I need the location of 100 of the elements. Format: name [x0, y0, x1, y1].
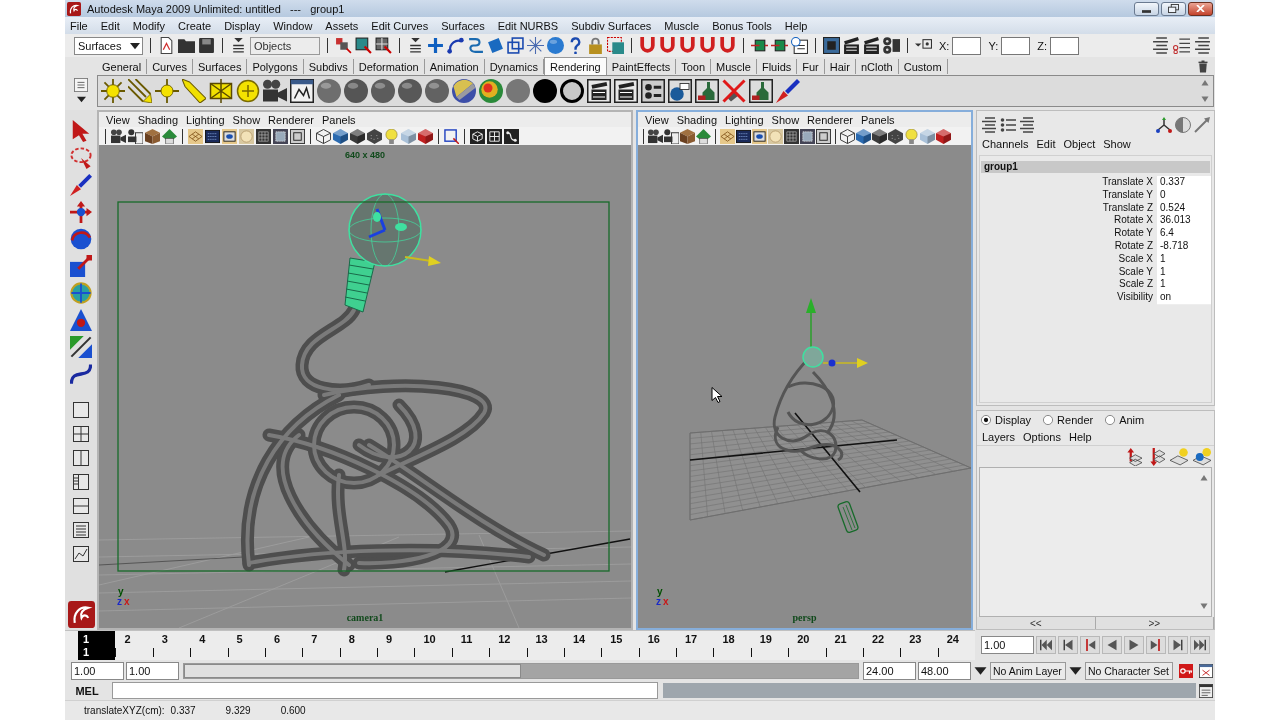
book-icon[interactable] [680, 128, 695, 144]
menu-item[interactable]: Edit [96, 19, 124, 32]
end-time-field[interactable]: 48.00 [918, 661, 971, 680]
time-slider[interactable]: 1 1 2 3 4 5 6 7 8 9 10 11 12 13 14 15 16 17 18 19 20 21 22 23 24 [65, 630, 975, 660]
menu-item[interactable]: Layers [978, 431, 1020, 443]
triangle-line-icon[interactable] [70, 336, 92, 358]
bottle-window-icon[interactable] [749, 79, 773, 103]
resolution-gate-icon[interactable] [752, 128, 767, 144]
shelf-tab[interactable]: Fluids [756, 59, 798, 74]
list-lines-icon[interactable] [1152, 37, 1169, 54]
circle-tile-icon[interactable] [239, 128, 254, 144]
script-window-icon[interactable] [1199, 683, 1213, 698]
bottle-window-icon[interactable] [695, 79, 719, 103]
graph-window-icon[interactable] [290, 79, 314, 103]
outliner-pane-icon[interactable] [73, 474, 89, 490]
menu-item[interactable]: Edit Curves [367, 19, 433, 32]
trash-icon[interactable] [1197, 59, 1209, 73]
settings-panel-icon[interactable] [641, 79, 665, 103]
shelf-tab[interactable]: Surfaces [193, 59, 248, 74]
menu-item[interactable]: Bonus Tools [708, 19, 776, 32]
film-reels-icon[interactable] [883, 37, 900, 54]
paintbrush-icon[interactable] [70, 174, 92, 196]
shelf-tab[interactable]: Polygons [247, 59, 304, 74]
book-icon[interactable] [145, 128, 160, 144]
minimize-button[interactable] [1134, 1, 1159, 16]
dotted-frame-icon[interactable] [800, 128, 815, 144]
scale-box-icon[interactable] [70, 255, 92, 277]
layer-mode-radio[interactable]: Render [1043, 414, 1094, 426]
camera-sheet-icon[interactable] [128, 128, 143, 144]
wire-cube-tile-icon[interactable] [470, 128, 485, 144]
shelf-tab[interactable]: nCloth [855, 59, 899, 74]
box-cursor-icon[interactable] [355, 37, 372, 54]
preferences-window-icon[interactable] [1199, 663, 1213, 678]
list-lines-icon[interactable] [1194, 37, 1211, 54]
wave-curve-icon[interactable] [70, 363, 92, 385]
channel-value[interactable]: 6.4 [1157, 227, 1211, 241]
list-bullets-icon[interactable] [1000, 117, 1016, 133]
skip-to-end-icon[interactable] [1190, 636, 1210, 654]
channel-value[interactable]: 1 [1157, 278, 1211, 293]
menu-item[interactable]: Surfaces [437, 19, 489, 32]
arrow-pointer-icon[interactable] [70, 120, 92, 142]
scroll-down-icon[interactable] [1201, 95, 1209, 103]
step-back-icon[interactable] [1058, 636, 1078, 654]
disc-icon[interactable] [533, 79, 557, 103]
selection-mask-field[interactable]: Objects [250, 36, 320, 55]
magnet-icon[interactable] [719, 37, 736, 54]
shelf-tab[interactable]: PaintEffects [606, 59, 677, 74]
channel-value[interactable]: 36.013 [1157, 214, 1211, 229]
list-lines-icon[interactable] [981, 117, 997, 133]
split-pane-icon[interactable] [73, 450, 89, 466]
wire-cube-icon[interactable] [840, 128, 855, 144]
command-input-field[interactable] [112, 682, 658, 699]
shelf-menu-icon[interactable] [74, 78, 88, 92]
menu-item[interactable]: Options [1019, 431, 1065, 443]
slanted-arrow-icon[interactable] [1194, 117, 1210, 133]
crossed-out-brush-icon[interactable] [722, 79, 746, 103]
bookmark-icon[interactable] [696, 128, 711, 144]
camera-sheet-icon[interactable] [664, 128, 679, 144]
wire-box-icon[interactable] [507, 37, 524, 54]
sphere-icon[interactable] [398, 79, 422, 103]
character-set-dropdown[interactable]: No Character Set [1084, 661, 1173, 680]
range-end-field[interactable]: 24.00 [863, 661, 916, 680]
shelf-tab[interactable]: Subdivs [303, 59, 354, 74]
graph-pane-icon[interactable] [73, 546, 89, 562]
film-gate-icon[interactable] [205, 128, 220, 144]
menu-item[interactable]: Shading [672, 113, 722, 126]
range-slider-track[interactable] [183, 662, 859, 679]
menu-item[interactable]: View [102, 113, 134, 126]
menu-item[interactable]: Channels [978, 138, 1033, 150]
bookmark-icon[interactable] [162, 128, 177, 144]
menu-item[interactable]: Window [269, 19, 317, 32]
next-key-icon[interactable] [1146, 636, 1166, 654]
menu-item[interactable]: Object [1059, 138, 1100, 150]
ring-icon[interactable] [560, 79, 584, 103]
logo-icon[interactable] [67, 601, 95, 628]
movie-camera-icon[interactable] [111, 128, 126, 144]
spotlight-icon[interactable] [182, 79, 206, 103]
sun-icon[interactable] [101, 79, 125, 103]
lasso-icon[interactable] [70, 147, 92, 169]
grid-cursor-icon[interactable] [375, 37, 392, 54]
menu-item[interactable]: Lighting [721, 113, 768, 126]
play-backward-icon[interactable] [1102, 636, 1122, 654]
sphere-icon[interactable] [317, 79, 341, 103]
dotted-cube-icon[interactable] [367, 128, 382, 144]
layer-mode-radio[interactable]: Display [981, 414, 1032, 426]
scroll-up-icon[interactable] [1201, 79, 1209, 87]
menu-item[interactable]: Muscle [660, 19, 704, 32]
resolution-gate-icon[interactable] [222, 128, 237, 144]
dotted-frame-icon[interactable] [273, 128, 288, 144]
menu-item[interactable]: Show [1099, 138, 1135, 150]
striped-sphere-icon[interactable] [452, 79, 476, 103]
caret-icon[interactable] [75, 95, 87, 104]
plus-icon[interactable] [427, 37, 444, 54]
stacked-pane-icon[interactable] [73, 498, 89, 514]
menu-item[interactable]: Edit NURBS [493, 19, 563, 32]
command-language-label[interactable]: MEL [65, 684, 109, 697]
rewind-to-start-icon[interactable] [1036, 636, 1056, 654]
frame-cursor-icon[interactable] [444, 128, 459, 144]
nested-frame-icon[interactable] [290, 128, 305, 144]
movie-camera-icon[interactable] [648, 128, 663, 144]
